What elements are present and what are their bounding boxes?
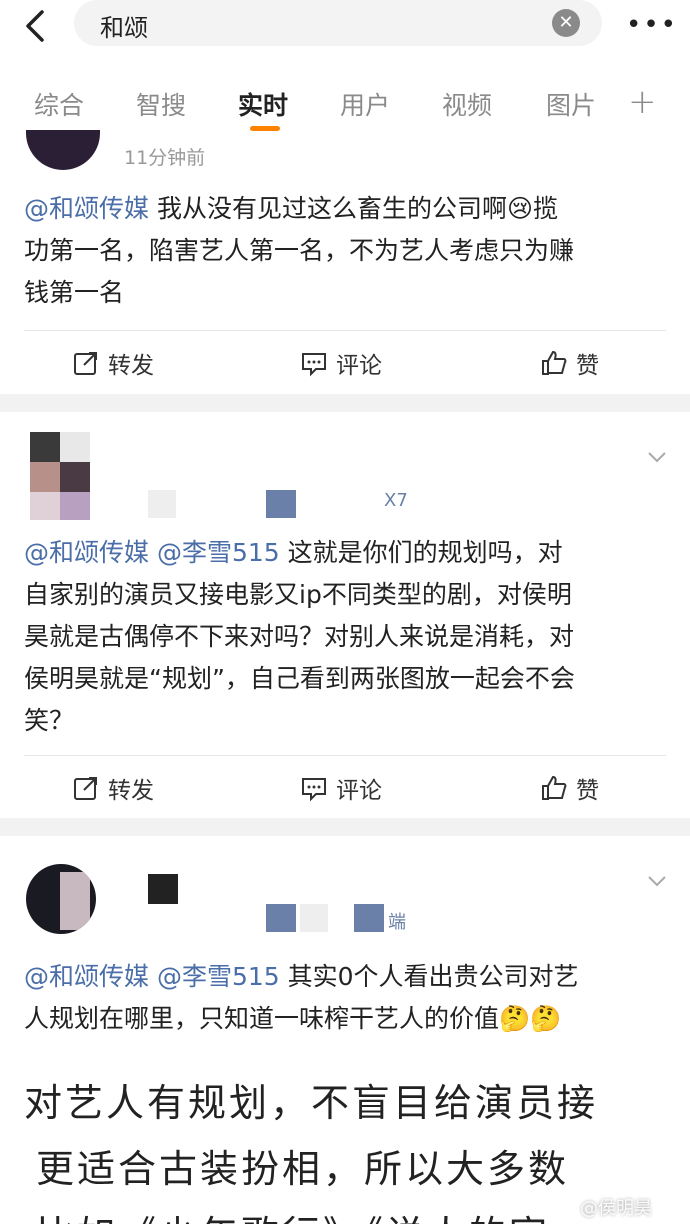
chevron-left-icon xyxy=(26,10,44,42)
post-time: 11分钟前 xyxy=(124,147,206,169)
post-separator xyxy=(0,818,690,836)
comment-icon xyxy=(302,778,326,802)
repost-button[interactable]: 转发 xyxy=(72,346,154,380)
divider xyxy=(24,755,666,756)
repost-icon xyxy=(74,352,97,375)
active-tab-indicator xyxy=(250,126,280,131)
post-text: @和颂传媒 @李雪515 其实0个人看出贵公司对艺 人规划在哪里，只知道一味榨干… xyxy=(24,962,579,1033)
post-text: @和颂传媒 我从没有见过这么畜生的公司啊😢揽 功第一名，陷害艺人第一名，不为艺人… xyxy=(24,194,575,307)
more-options-icon[interactable]: ••• xyxy=(626,10,678,40)
avatar[interactable] xyxy=(30,432,90,520)
divider xyxy=(24,330,666,331)
tab-videos[interactable]: 视频 xyxy=(442,86,492,122)
tab-comprehensive[interactable]: 综合 xyxy=(34,86,84,122)
thinking-emoji-icon: 🤔🤔 xyxy=(499,1004,562,1033)
post-separator xyxy=(0,394,690,412)
add-tab-icon[interactable]: + xyxy=(628,82,657,122)
attached-image[interactable]: 对艺人有规划，不盲目给演员接 更适合古装扮相，所以大多数 比如《少年歌行》《说人… xyxy=(24,1060,666,1224)
thumbs-up-icon xyxy=(542,350,567,375)
mention-link[interactable]: @和颂传媒 @李雪515 xyxy=(24,962,280,991)
blurred-username xyxy=(148,490,176,518)
repost-icon xyxy=(74,777,97,800)
post-text: @和颂传媒 @李雪515 这就是你们的规划吗，对 自家别的演员又接电影又ip不同… xyxy=(24,538,575,735)
clear-search-icon[interactable]: ✕ xyxy=(552,9,580,37)
search-bar[interactable] xyxy=(74,0,602,46)
avatar[interactable] xyxy=(26,130,100,170)
blurred-info xyxy=(266,904,296,932)
avatar[interactable] xyxy=(26,864,96,934)
mention-link[interactable]: @和颂传媒 @李雪515 xyxy=(24,538,280,567)
search-input[interactable]: 和颂 xyxy=(100,8,148,43)
tab-realtime[interactable]: 实时 xyxy=(238,86,288,122)
comment-button[interactable]: 评论 xyxy=(300,346,382,380)
watermark: @侯明昊 xyxy=(580,1198,652,1219)
blurred-info xyxy=(266,490,296,518)
blurred-username xyxy=(148,874,178,904)
blurred-info xyxy=(300,904,328,932)
comment-button[interactable]: 评论 xyxy=(300,771,382,805)
tab-users[interactable]: 用户 xyxy=(340,86,390,122)
post-source: 端 xyxy=(388,912,406,933)
like-button[interactable]: 赞 xyxy=(540,346,599,380)
comment-icon xyxy=(302,353,326,377)
crying-emoji-icon: 😢 xyxy=(506,194,534,223)
like-button[interactable]: 赞 xyxy=(540,771,599,805)
back-button[interactable] xyxy=(18,6,58,46)
repost-button[interactable]: 转发 xyxy=(72,771,154,805)
post-source: X7 xyxy=(384,490,408,511)
chevron-down-icon[interactable] xyxy=(646,446,668,468)
tab-images[interactable]: 图片 xyxy=(546,86,596,122)
thumbs-up-icon xyxy=(542,775,567,800)
mention-link[interactable]: @和颂传媒 xyxy=(24,194,149,223)
chevron-down-icon[interactable] xyxy=(646,870,668,892)
blurred-info xyxy=(354,904,384,932)
tab-smart-search[interactable]: 智搜 xyxy=(136,86,186,122)
